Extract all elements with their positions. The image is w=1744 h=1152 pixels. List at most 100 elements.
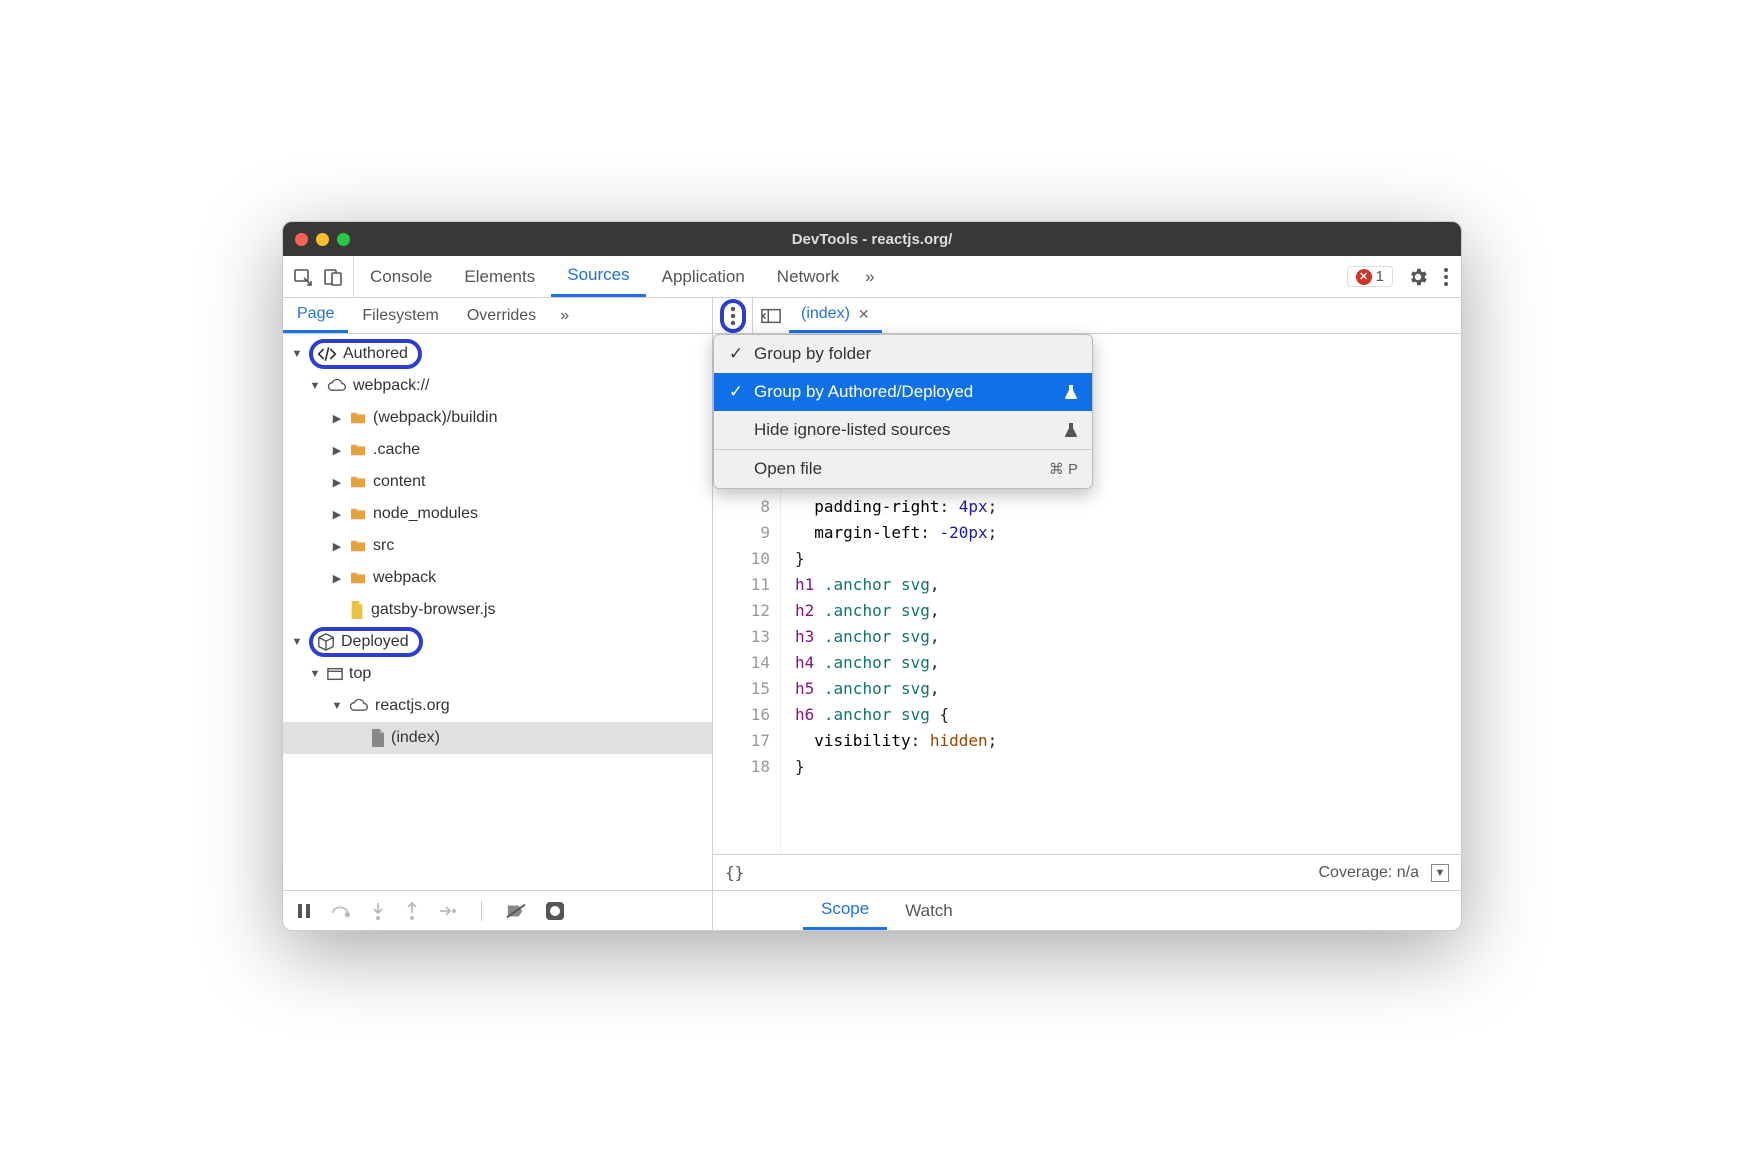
editor-statusbar: {} Coverage: n/a ▼ — [713, 854, 1461, 890]
tab-sources[interactable]: Sources — [551, 256, 645, 297]
tree-label: (index) — [391, 729, 440, 747]
tree-item-domain[interactable]: ▼ reactjs.org — [283, 690, 712, 722]
debug-tabs: Scope Watch — [713, 890, 1461, 930]
error-badge[interactable]: ✕ 1 — [1347, 266, 1393, 287]
subtab-overrides[interactable]: Overrides — [453, 298, 550, 333]
more-tabs-icon[interactable]: » — [855, 256, 884, 297]
step-over-icon[interactable] — [331, 903, 351, 919]
close-tab-icon[interactable]: ✕ — [858, 306, 870, 323]
tree-label: webpack:// — [353, 377, 429, 395]
tree-file-index[interactable]: (index) — [283, 722, 712, 754]
step-out-icon[interactable] — [405, 902, 419, 920]
menu-group-by-folder[interactable]: ✓ Group by folder — [714, 335, 1092, 373]
tree-label: gatsby-browser.js — [371, 601, 496, 619]
tab-label: Scope — [821, 899, 869, 919]
tree-file-gatsby[interactable]: gatsby-browser.js — [283, 594, 712, 626]
toggle-navigator-icon[interactable] — [753, 298, 789, 333]
tree-item-top[interactable]: ▼ top — [283, 658, 712, 690]
tree-folder[interactable]: ▶src — [283, 530, 712, 562]
tree-label: reactjs.org — [375, 697, 450, 715]
tree-item-webpack[interactable]: ▼ webpack:// — [283, 370, 712, 402]
deactivate-breakpoints-icon[interactable] — [506, 903, 526, 919]
file-tabs-row: ✓ Group by folder ✓ Group by Authored/De… — [713, 298, 1461, 334]
tab-scope[interactable]: Scope — [803, 891, 887, 930]
window-title: DevTools - reactjs.org/ — [283, 231, 1461, 248]
tree-folder[interactable]: ▶content — [283, 466, 712, 498]
folder-icon — [349, 411, 367, 425]
step-icon[interactable] — [439, 904, 457, 918]
minimize-window-button[interactable] — [316, 233, 329, 246]
tree-folder[interactable]: ▶ .cache — [283, 434, 712, 466]
subtab-label: Overrides — [467, 307, 536, 325]
tree-label: node_modules — [373, 505, 478, 523]
disclosure-icon: ▼ — [291, 348, 303, 360]
tab-label: Application — [662, 267, 745, 287]
pause-on-exceptions-icon[interactable] — [546, 902, 564, 920]
folder-icon — [349, 507, 367, 521]
tree-folder[interactable]: ▶(webpack)/buildin — [283, 402, 712, 434]
tab-network[interactable]: Network — [761, 256, 855, 297]
disclosure-icon: ▶ — [331, 572, 343, 585]
tree-group-deployed[interactable]: ▼ Deployed — [283, 626, 712, 658]
tree-label: Deployed — [341, 633, 409, 651]
check-icon: ✓ — [728, 382, 744, 402]
cloud-icon — [349, 699, 369, 713]
code-icon — [317, 346, 337, 362]
subtab-label: Page — [297, 305, 334, 323]
sources-options-menu: ✓ Group by folder ✓ Group by Authored/De… — [713, 334, 1093, 489]
device-toolbar-icon[interactable] — [323, 267, 343, 287]
tab-watch[interactable]: Watch — [887, 891, 971, 930]
pretty-print-icon[interactable]: {} — [725, 863, 744, 882]
disclosure-icon: ▶ — [331, 444, 343, 457]
subtab-page[interactable]: Page — [283, 298, 348, 333]
menu-group-by-authored-deployed[interactable]: ✓ Group by Authored/Deployed — [714, 373, 1092, 411]
tree-label: .cache — [373, 441, 420, 459]
frame-icon — [327, 667, 343, 681]
devtools-window: DevTools - reactjs.org/ Console Elements… — [282, 221, 1462, 931]
tab-label: Network — [777, 267, 839, 287]
close-window-button[interactable] — [295, 233, 308, 246]
navigator-subtabs: Page Filesystem Overrides » — [283, 298, 712, 334]
menu-open-file[interactable]: Open file ⌘ P — [714, 450, 1092, 488]
separator — [481, 901, 482, 921]
error-count: 1 — [1376, 268, 1384, 285]
tab-application[interactable]: Application — [646, 256, 761, 297]
editor-pane: ✓ Group by folder ✓ Group by Authored/De… — [713, 298, 1461, 930]
subtab-filesystem[interactable]: Filesystem — [348, 298, 452, 333]
maximize-window-button[interactable] — [337, 233, 350, 246]
disclosure-icon: ▼ — [309, 668, 321, 680]
menu-label: Open file — [754, 459, 822, 479]
tab-elements[interactable]: Elements — [448, 256, 551, 297]
kebab-menu-icon[interactable] — [1443, 267, 1449, 287]
error-icon: ✕ — [1356, 269, 1372, 285]
coverage-status: Coverage: n/a — [1318, 864, 1419, 882]
tab-label: Watch — [905, 901, 953, 921]
inspect-element-icon[interactable] — [293, 267, 313, 287]
disclosure-icon: ▶ — [331, 540, 343, 553]
menu-hide-ignore-listed[interactable]: Hide ignore-listed sources — [714, 411, 1092, 449]
collapse-bottom-icon[interactable]: ▼ — [1431, 864, 1449, 882]
settings-icon[interactable] — [1407, 266, 1429, 288]
tree-folder[interactable]: ▶node_modules — [283, 498, 712, 530]
menu-label: Hide ignore-listed sources — [754, 420, 951, 440]
tree-group-authored[interactable]: ▼ Authored — [283, 338, 712, 370]
folder-icon — [349, 571, 367, 585]
sources-more-options-button[interactable] — [720, 299, 746, 333]
file-tab-index[interactable]: (index) ✕ — [789, 298, 882, 333]
tree-folder[interactable]: ▶ webpack — [283, 562, 712, 594]
step-into-icon[interactable] — [371, 902, 385, 920]
menu-label: Group by folder — [754, 344, 871, 364]
folder-icon — [349, 443, 367, 457]
tree-label: webpack — [373, 569, 436, 587]
check-icon: ✓ — [728, 344, 744, 364]
disclosure-icon: ▼ — [309, 380, 321, 392]
disclosure-icon: ▼ — [331, 700, 343, 712]
tab-label: Sources — [567, 265, 629, 285]
tab-label: Elements — [464, 267, 535, 287]
disclosure-icon: ▼ — [291, 636, 303, 648]
tab-console[interactable]: Console — [354, 256, 448, 297]
pause-icon[interactable] — [297, 903, 311, 919]
sources-navigator: Page Filesystem Overrides » ▼ Authored ▼… — [283, 298, 713, 930]
disclosure-icon: ▶ — [331, 412, 343, 425]
more-subtabs-icon[interactable]: » — [550, 298, 579, 333]
